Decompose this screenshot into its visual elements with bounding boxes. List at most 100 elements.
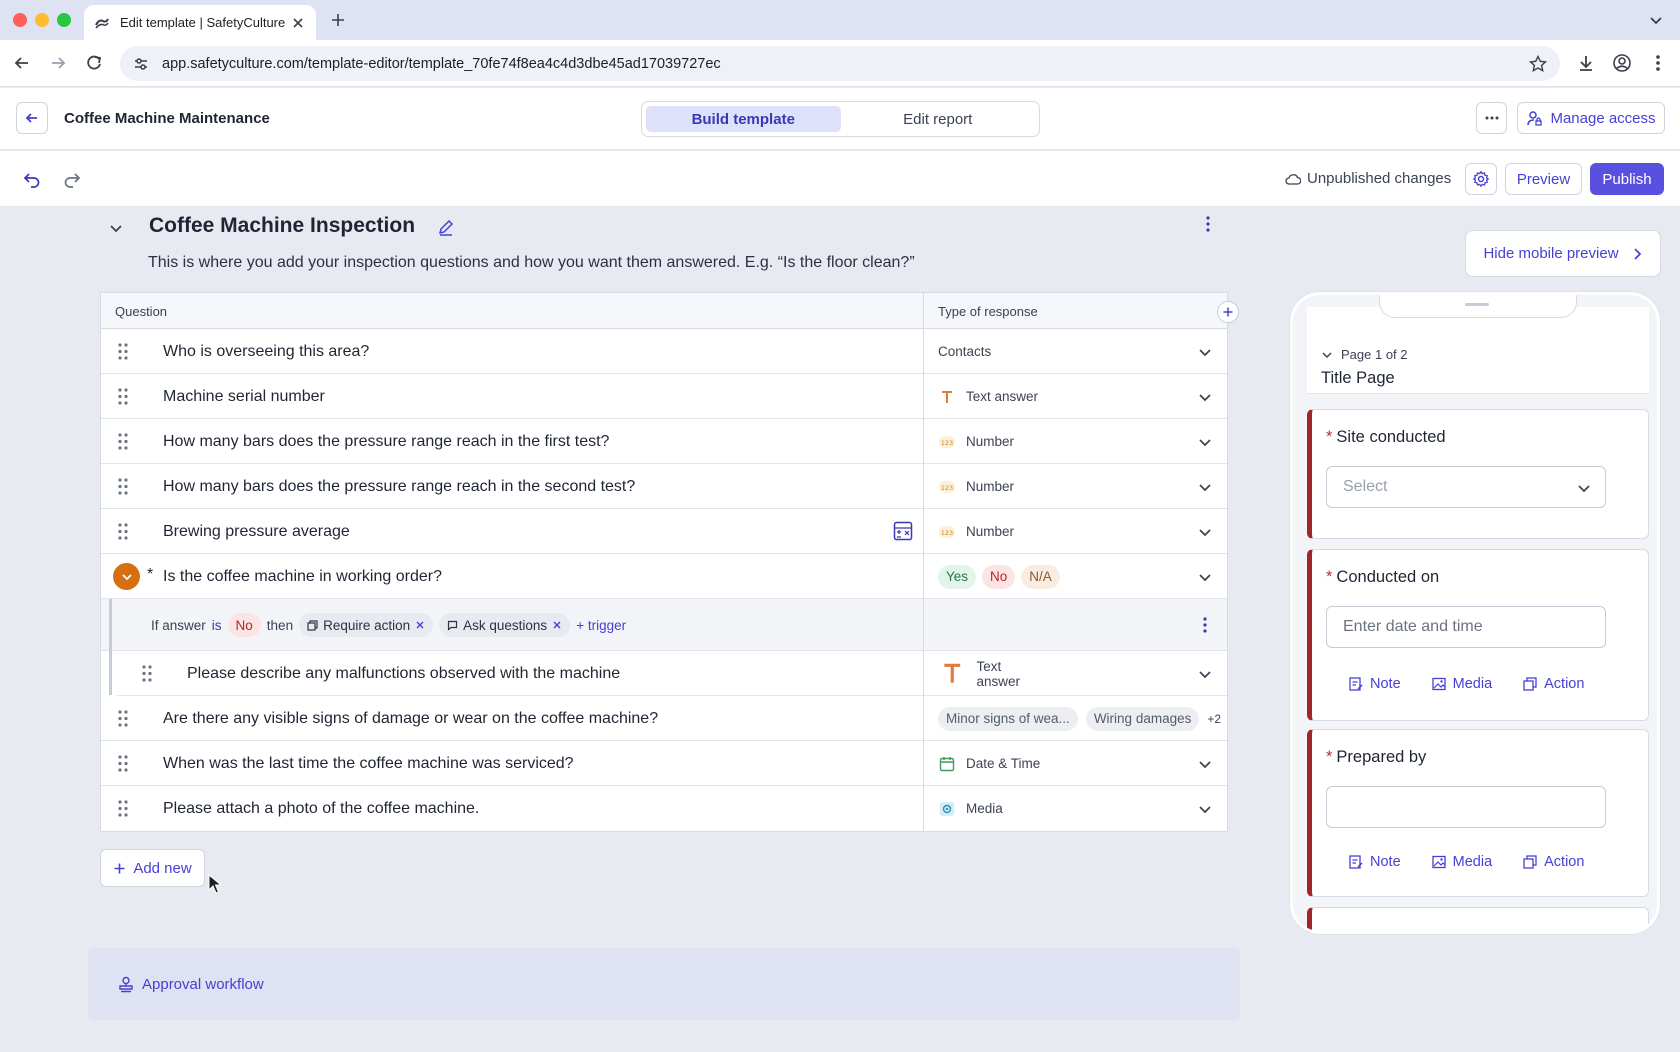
hide-mobile-preview-button[interactable]: Hide mobile preview: [1465, 230, 1661, 277]
profile-icon[interactable]: [1611, 52, 1633, 74]
response-type-selector[interactable]: Media: [938, 786, 1003, 831]
chevron-down-icon[interactable]: [1197, 389, 1213, 405]
logic-value-chip[interactable]: No: [227, 613, 261, 637]
question-text[interactable]: Are there any visible signs of damage or…: [163, 710, 658, 728]
preview-button[interactable]: Preview: [1505, 163, 1582, 195]
section-menu-icon[interactable]: [1198, 214, 1218, 234]
media-button[interactable]: Media: [1431, 676, 1492, 692]
table-row[interactable]: When was the last time the coffee machin…: [101, 741, 1227, 786]
trigger-require-action[interactable]: Require action: [299, 613, 434, 637]
drag-handle-icon[interactable]: [118, 433, 128, 450]
question-text[interactable]: Who is overseeing this area?: [163, 343, 369, 361]
download-icon[interactable]: [1575, 52, 1597, 74]
reload-icon[interactable]: [83, 52, 105, 74]
manage-access-button[interactable]: Manage access: [1517, 102, 1665, 134]
question-text[interactable]: Please attach a photo of the coffee mach…: [163, 800, 479, 818]
response-type-selector[interactable]: Text answer: [938, 651, 1020, 696]
chevron-down-icon[interactable]: [1197, 434, 1213, 450]
formula-calculator-icon[interactable]: [893, 521, 913, 541]
drag-handle-icon[interactable]: [118, 523, 128, 540]
note-button[interactable]: Note: [1348, 676, 1401, 692]
nested-question-row[interactable]: Please describe any malfunctions observe…: [117, 651, 1227, 696]
media-button[interactable]: Media: [1431, 854, 1492, 870]
chevron-down-icon[interactable]: [1197, 479, 1213, 495]
chevron-down-icon[interactable]: [1197, 524, 1213, 540]
question-text[interactable]: How many bars does the pressure range re…: [163, 478, 635, 496]
question-text[interactable]: Please describe any malfunctions observe…: [187, 665, 620, 683]
response-type-selector[interactable]: Date & Time: [938, 741, 1040, 786]
browser-forward-icon[interactable]: [47, 52, 69, 74]
publish-button[interactable]: Publish: [1590, 163, 1664, 195]
undo-icon[interactable]: [21, 168, 43, 190]
maximize-window-button[interactable]: [57, 13, 71, 27]
new-tab-icon[interactable]: [328, 10, 348, 30]
page-indicator[interactable]: Page 1 of 2: [1321, 347, 1408, 362]
add-column-button[interactable]: [1217, 301, 1239, 323]
table-row[interactable]: Brewing pressure average 123 Number: [101, 509, 1227, 554]
remove-trigger-icon[interactable]: [552, 620, 562, 630]
prepared-by-input[interactable]: [1326, 786, 1606, 828]
action-button[interactable]: Action: [1522, 676, 1584, 692]
response-type-selector[interactable]: Text answer: [938, 374, 1038, 419]
bookmark-star-icon[interactable]: [1528, 54, 1548, 74]
table-row[interactable]: Please attach a photo of the coffee mach…: [101, 786, 1227, 831]
trigger-ask-questions[interactable]: Ask questions: [439, 613, 571, 637]
table-row[interactable]: How many bars does the pressure range re…: [101, 464, 1227, 509]
response-type-selector[interactable]: Yes No N/A: [938, 554, 1060, 599]
section-title[interactable]: Coffee Machine Inspection: [149, 214, 415, 238]
address-bar[interactable]: app.safetyculture.com/template-editor/te…: [120, 46, 1560, 81]
browser-back-icon[interactable]: [11, 52, 33, 74]
tab-edit-report[interactable]: Edit report: [841, 106, 1036, 132]
redo-icon[interactable]: [61, 168, 83, 190]
question-text[interactable]: When was the last time the coffee machin…: [163, 755, 574, 773]
table-row[interactable]: How many bars does the pressure range re…: [101, 419, 1227, 464]
drag-handle-icon[interactable]: [118, 710, 128, 727]
drag-handle-icon[interactable]: [118, 478, 128, 495]
question-text[interactable]: Brewing pressure average: [163, 523, 350, 541]
site-info-icon[interactable]: [132, 55, 150, 73]
question-text[interactable]: Is the coffee machine in working order?: [163, 568, 442, 586]
response-type-selector[interactable]: Contacts: [938, 329, 991, 374]
more-options-button[interactable]: [1476, 102, 1507, 134]
collapse-section-icon[interactable]: [106, 218, 126, 238]
response-type-selector[interactable]: 123 Number: [938, 464, 1014, 509]
back-button[interactable]: [16, 102, 48, 134]
browser-tab-active[interactable]: Edit template | SafetyCulture: [84, 5, 316, 40]
remove-trigger-icon[interactable]: [415, 620, 425, 630]
response-type-selector[interactable]: Minor signs of wea... Wiring damages +2: [938, 696, 1221, 741]
approval-workflow-panel[interactable]: Approval workflow: [88, 948, 1240, 1020]
add-new-button[interactable]: Add new: [100, 849, 205, 887]
table-row[interactable]: Who is overseeing this area? Contacts: [101, 329, 1227, 374]
browser-menu-icon[interactable]: [1647, 52, 1669, 74]
drag-handle-icon[interactable]: [118, 755, 128, 772]
tab-search-icon[interactable]: [1646, 10, 1666, 30]
tab-build-template[interactable]: Build template: [646, 106, 841, 132]
table-row[interactable]: Machine serial number Text answer: [101, 374, 1227, 419]
table-row[interactable]: * Is the coffee machine in working order…: [101, 554, 1227, 599]
response-type-selector[interactable]: 123 Number: [938, 509, 1014, 554]
drag-handle-icon[interactable]: [118, 343, 128, 360]
table-row[interactable]: Are there any visible signs of damage or…: [101, 696, 1227, 741]
note-button[interactable]: Note: [1348, 854, 1401, 870]
question-text[interactable]: Machine serial number: [163, 388, 325, 406]
close-window-button[interactable]: [13, 13, 27, 27]
chevron-down-icon[interactable]: [1197, 801, 1213, 817]
edit-pencil-icon[interactable]: [436, 217, 456, 237]
chevron-down-icon[interactable]: [1197, 756, 1213, 772]
question-text[interactable]: How many bars does the pressure range re…: [163, 433, 609, 451]
minimize-window-button[interactable]: [35, 13, 49, 27]
collapse-logic-button[interactable]: [113, 563, 140, 590]
drag-handle-icon[interactable]: [142, 665, 152, 682]
logic-menu-icon[interactable]: [1195, 615, 1215, 635]
logic-operator[interactable]: is: [212, 618, 222, 633]
settings-button[interactable]: [1465, 163, 1497, 195]
chevron-down-icon[interactable]: [1197, 666, 1213, 682]
date-time-input[interactable]: Enter date and time: [1326, 606, 1606, 648]
close-tab-icon[interactable]: [290, 15, 306, 31]
drag-handle-icon[interactable]: [118, 388, 128, 405]
action-button[interactable]: Action: [1522, 854, 1584, 870]
response-type-selector[interactable]: 123 Number: [938, 419, 1014, 464]
site-select[interactable]: Select: [1326, 466, 1606, 508]
drag-handle-icon[interactable]: [118, 800, 128, 817]
chevron-down-icon[interactable]: [1197, 344, 1213, 360]
